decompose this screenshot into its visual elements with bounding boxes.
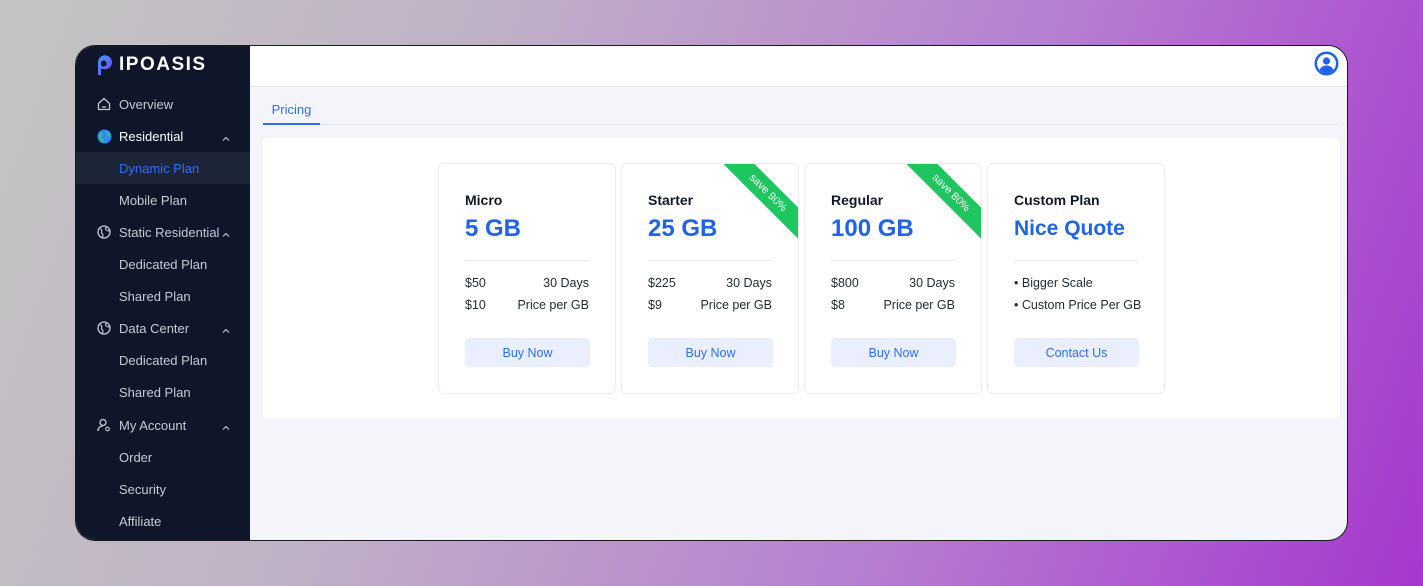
sidebar-item-residential[interactable]: Residential [76,120,250,152]
sidebar-item-label: Data Center [119,320,190,336]
sidebar-item-label: Shared Plan [119,288,191,304]
sidebar-item-label: Affiliate [119,513,162,529]
sidebar: IPOASIS Overview Residential Dynamic Pla… [76,46,250,540]
sidebar-item-shared-plan[interactable]: Shared Plan [76,280,250,312]
buy-now-button[interactable]: Buy Now [831,338,956,367]
plan-duration: 30 Days [726,276,772,290]
plan-amount: Nice Quote [1014,217,1125,240]
home-icon [96,96,112,112]
plan-price-row: $50 30 Days [465,276,589,290]
sidebar-item-mobile-plan[interactable]: Mobile Plan [76,184,250,216]
sidebar-item-my-account[interactable]: My Account [76,409,250,441]
plan-card-micro: Micro 5 GB $50 30 Days $10 Price per GB … [438,163,616,394]
divider [648,260,772,261]
plan-name: Micro [465,192,503,208]
divider [1014,260,1138,261]
plan-unit-label: Price per GB [883,298,955,312]
sidebar-item-label: Dynamic Plan [119,160,200,176]
chevron-up-icon [222,131,230,141]
sidebar-item-label: Shared Plan [119,384,191,400]
plan-duration: 30 Days [909,276,955,290]
sidebar-item-data-center[interactable]: Data Center [76,312,250,344]
user-icon [96,417,112,433]
plan-unit-label: Price per GB [700,298,772,312]
plan-bullet-text: Bigger Scale [1021,276,1093,290]
tab-pricing[interactable]: Pricing [263,96,320,125]
top-bar [250,46,1347,87]
plan-duration: 30 Days [543,276,589,290]
plan-unit-price: $10 [465,298,486,312]
sidebar-item-dynamic-plan[interactable]: Dynamic Plan [76,152,250,184]
plan-amount: 25 GB [648,215,718,242]
plan-card-regular: save 80% Regular 100 GB $800 30 Days $8 … [804,163,982,394]
plan-unit-row: $8 Price per GB [831,298,955,312]
sidebar-item-label: Residential [119,128,184,144]
chevron-up-icon [222,323,230,333]
plan-card-custom: Custom Plan Nice Quote • Bigger Scale • … [987,163,1165,394]
brand-logo[interactable]: IPOASIS [92,53,207,77]
contact-us-button[interactable]: Contact Us [1014,338,1139,367]
plan-bullet: • Custom Price Per GB [1014,298,1142,312]
sidebar-item-label: Dedicated Plan [119,256,208,272]
buy-now-button[interactable]: Buy Now [648,338,773,367]
plan-amount: 100 GB [831,215,914,242]
plan-bullet-text: Custom Price Per GB [1021,298,1142,312]
chevron-up-icon [222,227,230,237]
sidebar-item-affiliate[interactable]: Affiliate [76,505,250,537]
plan-unit-row: $10 Price per GB [465,298,589,312]
plan-unit-price: $9 [648,298,662,312]
plan-price: $225 [648,276,676,290]
sidebar-item-dedicated-plan[interactable]: Dedicated Plan [76,248,250,280]
plan-price: $800 [831,276,859,290]
plan-price-row: $800 30 Days [831,276,955,290]
avatar-icon[interactable] [1314,51,1339,76]
chevron-up-icon [222,420,230,430]
globe-icon [96,224,112,240]
sidebar-item-order[interactable]: Order [76,441,250,473]
logo-mark-icon [92,54,112,76]
sidebar-item-security[interactable]: Security [76,473,250,505]
plan-name: Regular [831,192,884,208]
sidebar-item-label: Overview [119,96,174,112]
sidebar-item-overview[interactable]: Overview [76,88,250,120]
brand-name: IPOASIS [119,54,207,75]
plan-unit-label: Price per GB [517,298,589,312]
pricing-panel: Micro 5 GB $50 30 Days $10 Price per GB … [263,138,1340,419]
plan-bullet: • Bigger Scale [1014,276,1093,290]
sidebar-item-dc-shared-plan[interactable]: Shared Plan [76,376,250,408]
plan-price-row: $225 30 Days [648,276,772,290]
globe-icon [96,320,112,336]
globe-color-icon [96,128,112,144]
plan-unit-row: $9 Price per GB [648,298,772,312]
sidebar-item-label: Order [119,449,153,465]
plan-name: Custom Plan [1014,192,1100,208]
plan-card-starter: save 90% Starter 25 GB $225 30 Days $9 P… [621,163,799,394]
app-window: IPOASIS Overview Residential Dynamic Pla… [75,45,1348,541]
sidebar-item-static-residential[interactable]: Static Residential [76,216,250,248]
plan-amount: 5 GB [465,215,522,242]
sidebar-item-label: Mobile Plan [119,192,187,208]
divider [831,260,955,261]
plan-name: Starter [648,192,694,208]
plan-unit-price: $8 [831,298,845,312]
tab-bar: Pricing [263,96,1337,125]
sidebar-item-label: Static Residential [119,224,220,240]
save-ribbon: save 90% [717,164,798,244]
sidebar-item-label: My Account [119,417,187,433]
plan-price: $50 [465,276,486,290]
buy-now-button[interactable]: Buy Now [465,338,590,367]
sidebar-item-label: Dedicated Plan [119,352,208,368]
sidebar-item-label: Security [119,481,166,497]
divider [465,260,589,261]
sidebar-item-dc-dedicated-plan[interactable]: Dedicated Plan [76,344,250,376]
